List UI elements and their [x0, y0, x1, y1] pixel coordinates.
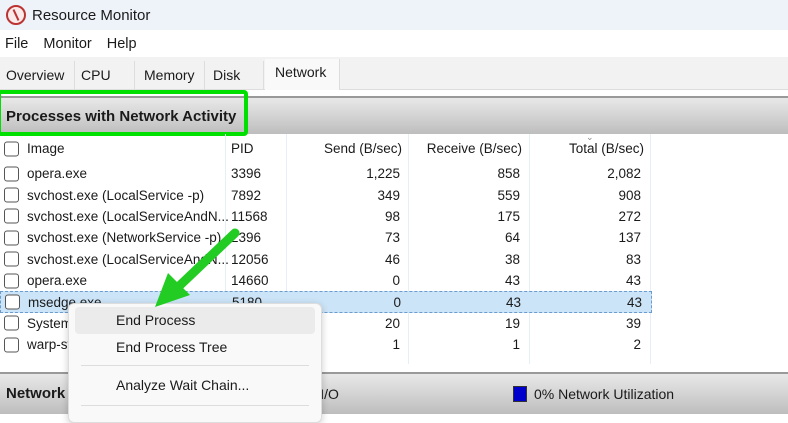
table-row[interactable]: svchost.exe (LocalServiceAndN... 11568 9…: [0, 206, 652, 227]
cell-pid: 3396: [231, 166, 262, 182]
highlight-box: [0, 90, 248, 136]
row-checkbox[interactable]: [5, 294, 20, 310]
menu-item-analyze-wait-chain[interactable]: Analyze Wait Chain...: [75, 372, 315, 399]
cell-total: 43: [626, 294, 642, 310]
row-checkbox[interactable]: [4, 251, 19, 267]
menu-bar: File Monitor Help: [0, 30, 788, 57]
column-header-row: Image PID Send (B/sec) Receive (B/sec) T…: [0, 132, 788, 163]
cell-pid: 7892: [231, 187, 262, 203]
cell-receive: 43: [505, 294, 521, 310]
cell-send: 349: [377, 187, 400, 203]
title-bar: Resource Monitor: [0, 0, 788, 30]
cell-send: 1,225: [366, 166, 400, 182]
row-checkbox[interactable]: [4, 208, 19, 224]
tab-disk[interactable]: Disk: [207, 61, 264, 90]
window-title: Resource Monitor: [32, 6, 151, 24]
table-row[interactable]: svchost.exe (NetworkService -p) 2396 73 …: [0, 227, 652, 248]
cell-receive: 43: [504, 273, 520, 289]
cell-receive: 64: [504, 230, 520, 246]
menu-item-end-process-tree[interactable]: End Process Tree: [75, 334, 315, 361]
cell-pid: 11568: [231, 208, 268, 224]
tab-bar: Overview CPU Memory Disk Network: [0, 57, 788, 90]
cell-total: 2: [633, 337, 641, 353]
tab-memory[interactable]: Memory: [138, 61, 205, 90]
table-row[interactable]: opera.exe 3396 1,225 858 2,082: [0, 163, 652, 184]
cell-send: 46: [384, 251, 400, 267]
table-row[interactable]: svchost.exe (LocalService -p) 7892 349 5…: [0, 184, 652, 205]
cell-receive: 858: [497, 166, 520, 182]
cell-image: svchost.exe (LocalService -p): [27, 187, 205, 203]
menu-help[interactable]: Help: [107, 36, 137, 52]
network-utilization-label: 0% Network Utilization: [534, 386, 675, 402]
menu-file[interactable]: File: [5, 36, 28, 52]
row-checkbox[interactable]: [4, 315, 19, 331]
utilization-color-box: [513, 386, 527, 402]
row-checkbox[interactable]: [4, 230, 19, 246]
tab-cpu[interactable]: CPU: [75, 61, 135, 90]
green-arrow-icon: [155, 228, 240, 307]
cell-image: opera.exe: [27, 273, 88, 289]
cell-send: 73: [384, 230, 400, 246]
cell-send: 0: [392, 273, 400, 289]
resource-monitor-icon: [6, 5, 26, 25]
menu-monitor[interactable]: Monitor: [43, 36, 91, 52]
cell-receive: 1: [512, 337, 520, 353]
row-checkbox[interactable]: [4, 187, 19, 203]
column-pid[interactable]: PID: [231, 134, 254, 163]
cell-send: 98: [384, 208, 400, 224]
column-image[interactable]: Image: [27, 134, 65, 163]
menu-separator: [81, 405, 309, 406]
cell-total: 43: [625, 273, 641, 289]
column-receive[interactable]: Receive (B/sec): [410, 134, 522, 163]
sort-chevron-icon: ⌄: [586, 132, 594, 142]
cell-total: 2,082: [607, 166, 641, 182]
cell-total: 272: [618, 208, 641, 224]
cell-image: opera.exe: [27, 166, 88, 182]
tab-overview[interactable]: Overview: [0, 61, 75, 90]
select-all-checkbox[interactable]: [4, 141, 19, 156]
cell-total: 39: [625, 315, 641, 331]
cell-receive: 19: [504, 315, 520, 331]
menu-separator: [81, 365, 309, 366]
tab-network[interactable]: Network: [265, 59, 340, 90]
network-section-title: Network: [6, 385, 66, 402]
cell-total: 137: [618, 230, 641, 246]
row-checkbox[interactable]: [4, 166, 19, 182]
context-menu: End Process End Process Tree Analyze Wai…: [68, 303, 322, 423]
row-checkbox[interactable]: [4, 337, 19, 353]
row-checkbox[interactable]: [4, 273, 19, 289]
cell-total: 83: [625, 251, 641, 267]
cell-image: System: [27, 315, 73, 331]
cell-receive: 175: [497, 208, 520, 224]
table-row[interactable]: svchost.exe (LocalServiceAndN... 12056 4…: [0, 249, 652, 270]
cell-receive: 559: [497, 187, 520, 203]
cell-total: 908: [618, 187, 641, 203]
table-row[interactable]: opera.exe 14660 0 43 43: [0, 270, 652, 291]
cell-image: svchost.exe (LocalServiceAndN...: [27, 208, 229, 224]
column-send[interactable]: Send (B/sec): [290, 134, 402, 163]
cell-receive: 38: [504, 251, 520, 267]
